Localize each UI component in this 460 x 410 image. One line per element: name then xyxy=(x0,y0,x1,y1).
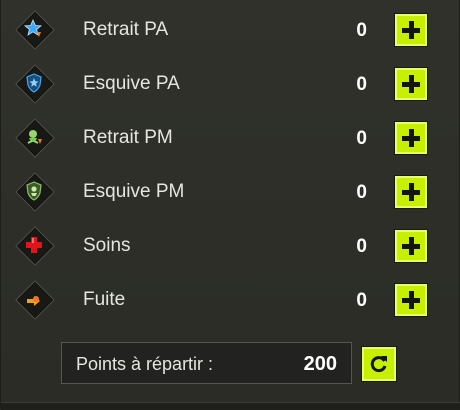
increase-heal-button[interactable] xyxy=(395,230,427,262)
characteristics-panel: Retrait PA 0 Esquive PA 0 Retrait PM 0 E… xyxy=(0,0,460,410)
stat-label: Fuite xyxy=(83,289,126,310)
stat-label: Soins xyxy=(83,235,131,256)
mp-dodge-icon xyxy=(15,172,55,212)
points-label: Points à répartir : xyxy=(76,354,214,374)
reset-points-button[interactable] xyxy=(362,347,396,381)
increase-ap-reduction-button[interactable] xyxy=(395,14,427,46)
stat-row-ap-reduction: Retrait PA 0 xyxy=(1,2,460,56)
stat-value: 0 xyxy=(356,128,367,149)
increase-ap-dodge-button[interactable] xyxy=(395,68,427,100)
increase-mp-dodge-button[interactable] xyxy=(395,176,427,208)
stat-row-heal: Soins 0 xyxy=(1,218,460,272)
stat-row-flee: Fuite 0 xyxy=(1,272,460,326)
ap-dodge-icon xyxy=(15,64,55,104)
increase-mp-reduction-button[interactable] xyxy=(395,122,427,154)
increase-flee-button[interactable] xyxy=(395,284,427,316)
stat-value: 0 xyxy=(356,20,367,41)
mp-reduction-icon xyxy=(15,118,55,158)
stat-label: Retrait PA xyxy=(83,19,169,40)
ap-reduction-icon xyxy=(15,10,55,50)
stat-label: Esquive PA xyxy=(83,73,180,94)
stat-row-mp-dodge: Esquive PM 0 xyxy=(1,164,460,218)
stat-row-ap-dodge: Esquive PA 0 xyxy=(1,56,460,110)
stat-row-mp-reduction: Retrait PM 0 xyxy=(1,110,460,164)
heal-icon xyxy=(15,226,55,266)
stat-value: 0 xyxy=(356,74,367,95)
points-to-distribute-box: Points à répartir : 200 xyxy=(61,342,352,384)
points-value: 200 xyxy=(303,353,337,375)
stat-value: 0 xyxy=(356,290,367,311)
flee-icon xyxy=(15,280,55,320)
refresh-icon xyxy=(370,356,387,373)
stat-value: 0 xyxy=(356,182,367,203)
stat-label: Retrait PM xyxy=(83,127,173,148)
stat-label: Esquive PM xyxy=(83,181,185,202)
stat-value: 0 xyxy=(356,236,367,257)
